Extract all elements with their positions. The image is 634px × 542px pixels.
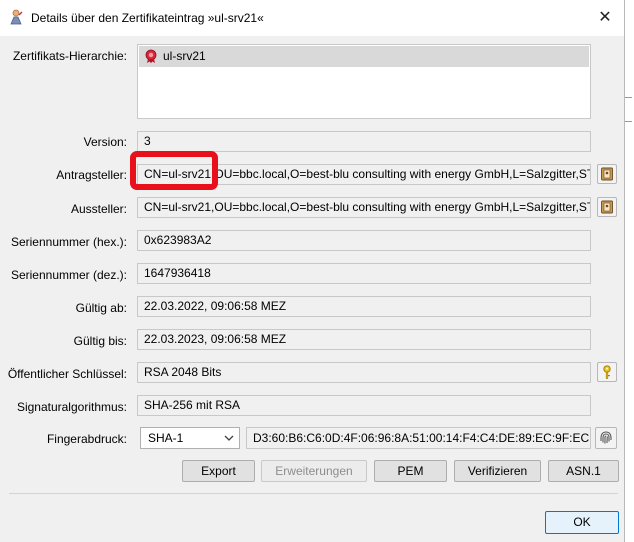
key-icon (603, 365, 611, 379)
book-icon (601, 200, 613, 214)
valid-until-field[interactable]: 22.03.2023, 09:06:58 MEZ (137, 329, 591, 350)
issuer-details-button[interactable] (597, 197, 617, 217)
serial-hex-label: Seriennummer (hex.): (10, 235, 127, 249)
title-bar: Details über den Zertifikateintrag »ul-s… (0, 0, 624, 36)
separator (9, 493, 618, 494)
chevron-down-icon (224, 435, 234, 441)
public-key-field[interactable]: RSA 2048 Bits (137, 362, 591, 383)
fingerprint-field[interactable]: D3:60:B6:C6:0D:4F:06:96:8A:51:00:14:F4:C… (246, 427, 591, 449)
public-key-details-button[interactable] (597, 362, 617, 382)
window-title: Details über den Zertifikateintrag »ul-s… (31, 11, 264, 25)
hierarchy-label: Zertifikats-Hierarchie: (12, 49, 127, 63)
fingerprint-label: Fingerabdruck: (46, 432, 127, 446)
certificate-icon (145, 49, 157, 63)
verify-button[interactable]: Verifizieren (454, 460, 541, 482)
valid-from-field[interactable]: 22.03.2022, 09:06:58 MEZ (137, 296, 591, 317)
tree-item[interactable]: ul-srv21 (139, 46, 589, 67)
close-icon: ✕ (598, 9, 612, 26)
certificate-details-dialog: Details über den Zertifikateintrag »ul-s… (0, 0, 625, 542)
export-button[interactable]: Export (182, 460, 255, 482)
pem-button[interactable]: PEM (374, 460, 447, 482)
ok-button[interactable]: OK (545, 511, 619, 534)
fingerprint-algorithm-value: SHA-1 (148, 431, 184, 445)
serial-dec-field[interactable]: 1647936418 (137, 263, 591, 284)
sig-algorithm-label: Signaturalgorithmus: (16, 400, 127, 414)
serial-hex-field[interactable]: 0x623983A2 (137, 230, 591, 251)
version-label: Version: (83, 135, 127, 149)
subject-label: Antragsteller: (56, 168, 127, 182)
tree-item-label: ul-srv21 (163, 49, 206, 63)
serial-dec-label: Seriennummer (dez.): (10, 268, 127, 282)
extensions-button[interactable]: Erweiterungen (261, 460, 367, 482)
close-button[interactable]: ✕ (592, 5, 618, 31)
subject-details-button[interactable] (597, 164, 617, 184)
version-field[interactable]: 3 (137, 131, 591, 152)
subject-field[interactable]: CN=ul-srv21,OU=bbc.local,O=best-blu cons… (137, 164, 591, 185)
issuer-label: Aussteller: (70, 202, 127, 216)
valid-until-label: Gültig bis: (73, 334, 127, 348)
fingerprint-icon (600, 431, 612, 444)
asn1-button[interactable]: ASN.1 (548, 460, 619, 482)
valid-from-label: Gültig ab: (75, 301, 127, 315)
fingerprint-details-button[interactable] (595, 427, 617, 449)
issuer-field[interactable]: CN=ul-srv21,OU=bbc.local,O=best-blu cons… (137, 197, 591, 218)
sig-algorithm-field[interactable]: SHA-256 mit RSA (137, 395, 591, 416)
fingerprint-algorithm-select[interactable]: SHA-1 (140, 427, 240, 449)
public-key-label: Öffentlicher Schlüssel: (7, 367, 127, 381)
certificate-hierarchy-tree[interactable]: ul-srv21 (137, 44, 591, 119)
keystore-explorer-icon (10, 9, 23, 25)
book-icon (601, 167, 613, 181)
